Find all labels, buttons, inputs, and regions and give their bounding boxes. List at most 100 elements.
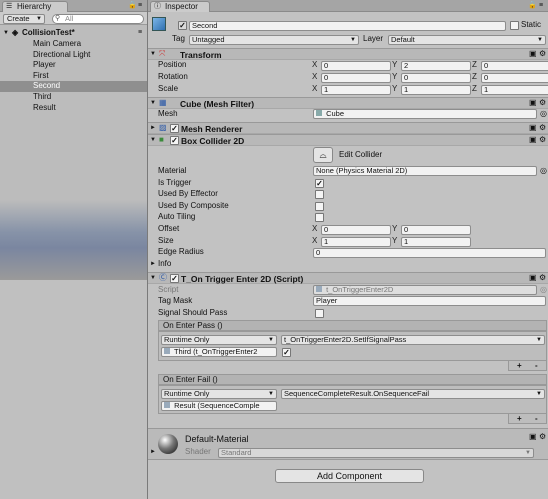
target-object-field[interactable]: Result (SequenceComple [161,401,277,411]
scale-y-field[interactable]: 1 [401,85,471,95]
box-collider-header[interactable]: ▼ ■ ✓ Box Collider 2D ▣ ⚙ [148,134,548,146]
object-name-field[interactable]: Second [189,21,506,31]
hierarchy-search-input[interactable]: ⚲ All [52,14,144,24]
offset-x-field[interactable]: 0 [321,225,391,235]
axis-label-y[interactable]: Y [392,60,397,70]
axis-label-z[interactable]: Z [472,72,477,82]
expand-arrow-icon[interactable]: ▼ [3,28,9,39]
help-icon[interactable]: ▣ [529,273,537,283]
position-z-field[interactable]: 0 [481,61,548,71]
add-component-button[interactable]: Add Component [275,469,424,483]
signal-should-pass-checkbox[interactable] [315,309,324,318]
expand-arrow-icon[interactable]: ▼ [150,49,156,59]
scale-x-field[interactable]: 1 [321,85,391,95]
scene-menu-icon[interactable]: ≡ [138,28,142,39]
box-collider-enabled-checkbox[interactable]: ✓ [170,136,179,145]
gear-icon[interactable]: ⚙ [539,135,546,145]
help-icon[interactable]: ▣ [529,135,537,145]
tab-hierarchy[interactable]: ☰ Hierarchy [2,1,68,12]
lock-icon[interactable]: 🔒 [528,1,537,11]
hierarchy-item[interactable]: Player [0,60,147,71]
remove-listener-button[interactable]: - [535,361,538,371]
add-listener-button[interactable]: + [517,361,522,371]
axis-label-x[interactable]: X [312,72,317,82]
help-icon[interactable]: ▣ [529,432,537,442]
gear-icon[interactable]: ⚙ [539,98,546,108]
axis-label-x[interactable]: X [312,236,317,246]
position-y-field[interactable]: 2 [401,61,471,71]
offset-y-field[interactable]: 0 [401,225,471,235]
used-by-composite-checkbox[interactable] [315,202,324,211]
edge-radius-field[interactable]: 0 [313,248,546,258]
hierarchy-item[interactable]: Result [0,103,147,114]
expand-arrow-icon[interactable]: ▼ [150,273,156,283]
hierarchy-item[interactable]: First [0,71,147,82]
gear-icon[interactable]: ⚙ [539,432,546,442]
position-x-field[interactable]: 0 [321,61,391,71]
gear-icon[interactable]: ⚙ [539,123,546,133]
active-checkbox[interactable]: ✓ [178,21,187,30]
expand-arrow-icon[interactable]: ▼ [150,135,156,145]
help-icon[interactable]: ▣ [529,49,537,59]
tab-menu-icon[interactable]: ≡ [138,1,142,11]
axis-label-x[interactable]: X [312,84,317,94]
tag-mask-field[interactable]: Player [313,296,546,306]
axis-label-y[interactable]: Y [392,84,397,94]
shader-dropdown[interactable]: Standard ▼ [218,448,534,458]
expand-arrow-icon[interactable]: ► [150,259,156,269]
scene-row[interactable]: ▼ ◈ CollisionTest* ≡ [0,28,147,39]
hierarchy-item[interactable]: Second [0,81,147,92]
expand-arrow-icon[interactable]: ► [150,123,156,133]
gear-icon[interactable]: ⚙ [539,49,546,59]
scale-z-field[interactable]: 1 [481,85,548,95]
axis-label-y[interactable]: Y [392,72,397,82]
hierarchy-item[interactable]: Third [0,92,147,103]
axis-label-y[interactable]: Y [392,224,397,234]
edit-collider-button[interactable]: ⌓ [313,147,333,163]
rotation-z-field[interactable]: 0 [481,73,548,83]
mesh-renderer-header[interactable]: ► ▨ ✓ Mesh Renderer ▣ ⚙ [148,122,548,134]
tab-inspector[interactable]: ⓘ Inspector [150,1,210,12]
rotation-x-field[interactable]: 0 [321,73,391,83]
hierarchy-item[interactable]: Directional Light [0,50,147,61]
physics-material-field[interactable]: None (Physics Material 2D) [313,166,537,176]
used-by-effector-checkbox[interactable] [315,190,324,199]
axis-label-z[interactable]: Z [472,84,477,94]
expand-arrow-icon[interactable]: ▼ [150,98,156,108]
transform-header[interactable]: ▼ ⤧ Transform ▣ ⚙ [148,48,548,60]
size-y-field[interactable]: 1 [401,237,471,247]
tag-dropdown[interactable]: Untagged ▼ [189,35,359,45]
object-picker-icon[interactable]: ◎ [540,109,547,119]
add-listener-button[interactable]: + [517,414,522,424]
script-enabled-checkbox[interactable]: ✓ [170,274,179,283]
axis-label-x[interactable]: X [312,60,317,70]
info-foldout[interactable]: Info [158,259,171,269]
auto-tiling-checkbox[interactable] [315,213,324,222]
runtime-dropdown[interactable]: Runtime Only ▼ [161,335,277,345]
mesh-filter-header[interactable]: ▼ ▦ Cube (Mesh Filter) ▣ ⚙ [148,97,548,109]
target-object-field[interactable]: Third (t_OnTriggerEnter2 [161,347,277,357]
layer-dropdown[interactable]: Default ▼ [388,35,546,45]
rotation-y-field[interactable]: 0 [401,73,471,83]
argument-checkbox[interactable]: ✓ [282,348,291,357]
help-icon[interactable]: ▣ [529,123,537,133]
axis-label-y[interactable]: Y [392,236,397,246]
runtime-dropdown[interactable]: Runtime Only ▼ [161,389,277,399]
tab-menu-icon[interactable]: ≡ [539,1,543,11]
static-checkbox[interactable] [510,21,519,30]
help-icon[interactable]: ▣ [529,98,537,108]
create-dropdown[interactable]: Create ▼ [3,14,45,24]
gear-icon[interactable]: ⚙ [539,273,546,283]
mesh-field[interactable]: Cube [313,109,537,119]
expand-arrow-icon[interactable]: ► [150,447,156,457]
size-x-field[interactable]: 1 [321,237,391,247]
script-header[interactable]: ▼ Ⓒ ✓ T_On Trigger Enter 2D (Script) ▣ ⚙ [148,272,548,284]
is-trigger-checkbox[interactable]: ✓ [315,179,324,188]
mesh-renderer-enabled-checkbox[interactable]: ✓ [170,124,179,133]
axis-label-x[interactable]: X [312,224,317,234]
remove-listener-button[interactable]: - [535,414,538,424]
object-picker-icon[interactable]: ◎ [540,166,547,176]
function-dropdown[interactable]: t_OnTriggerEnter2D.SetIfSignalPass ▼ [281,335,545,345]
lock-icon[interactable]: 🔒 [128,1,137,11]
hierarchy-item[interactable]: Main Camera [0,39,147,50]
